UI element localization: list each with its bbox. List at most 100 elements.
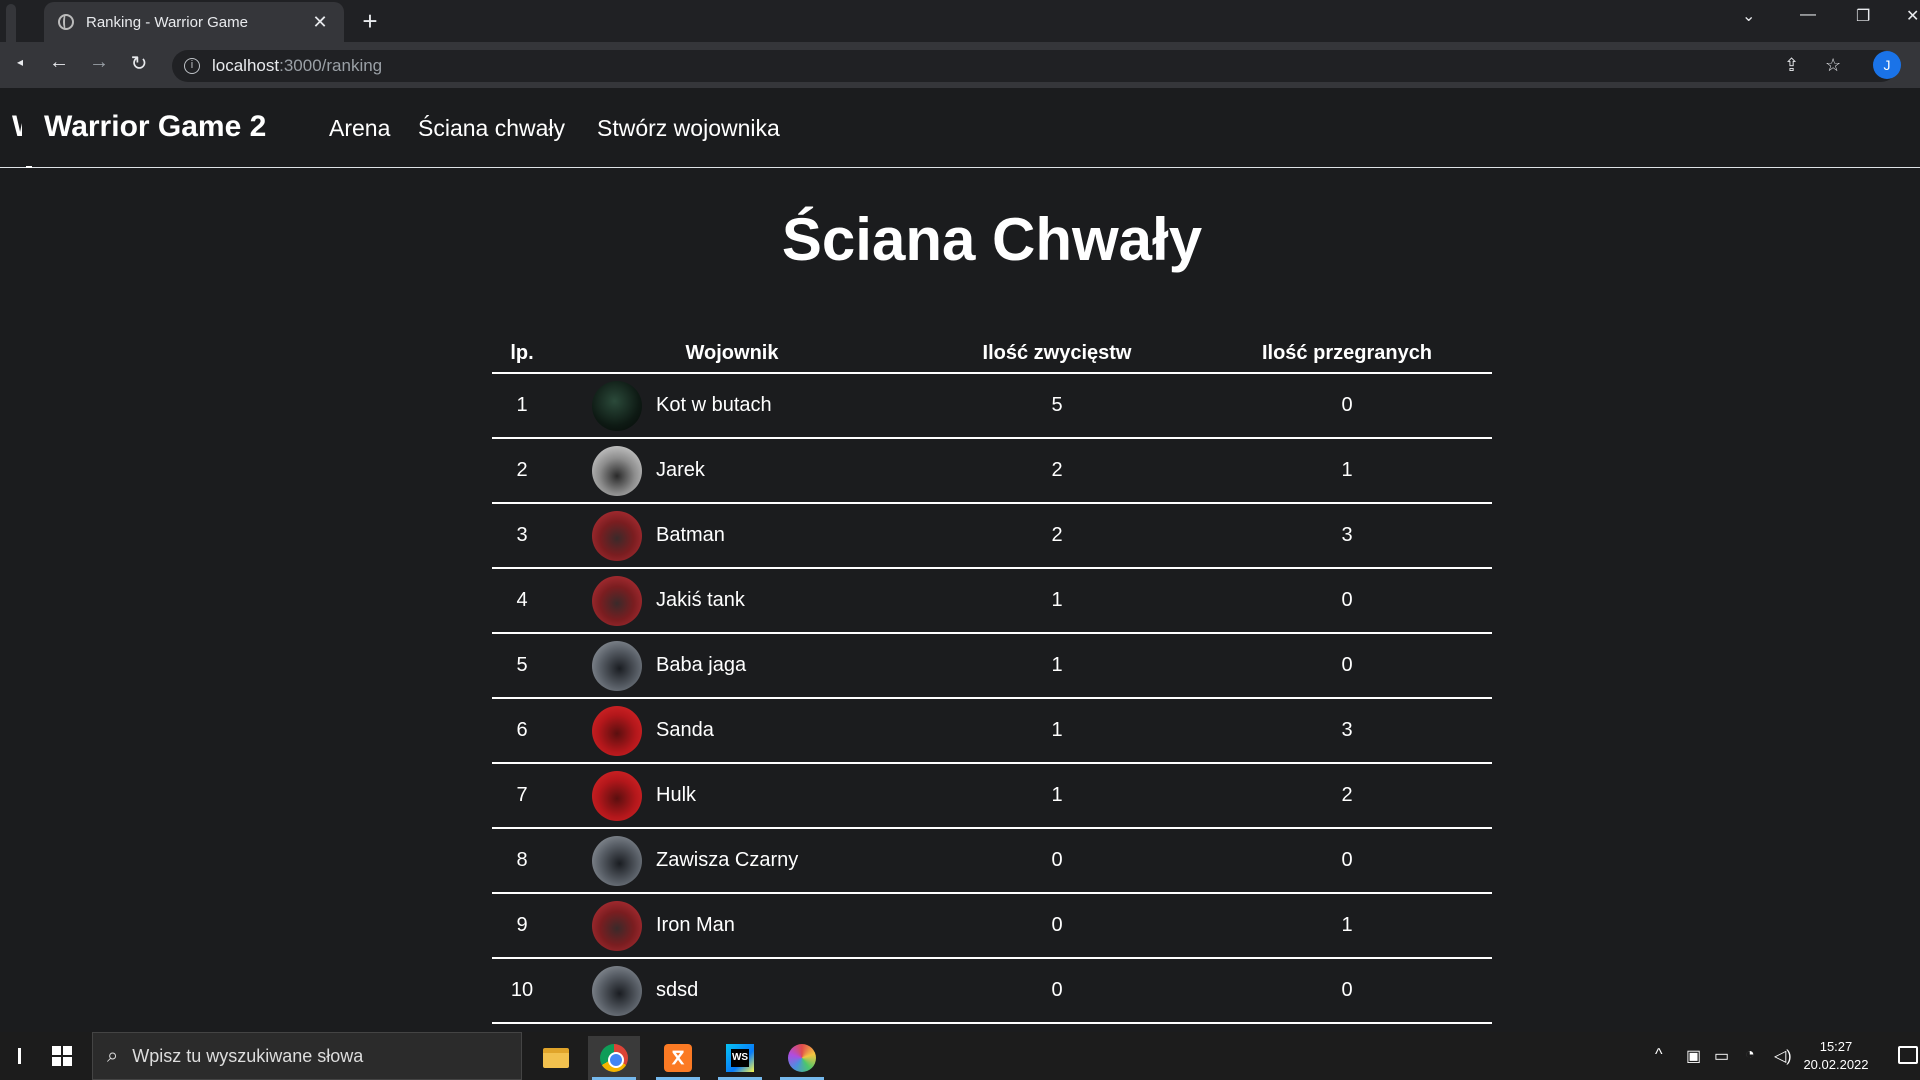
warrior-avatar xyxy=(592,445,642,496)
url-path: :3000/ranking xyxy=(279,56,383,75)
warrior-cell: sdsd xyxy=(552,965,912,1016)
ranking-table-body: 1 Kot w butach 5 0 2 Jarek 2 1 3 Batman 2 3 4 Jakiś t… xyxy=(492,373,1492,1024)
cell-lp: 10 xyxy=(492,958,552,1024)
cell-wins: 2 xyxy=(912,503,1202,569)
table-row: 6 Sanda 1 3 xyxy=(492,698,1492,764)
cell-warrior: sdsd xyxy=(552,958,912,1024)
header-lp: lp. xyxy=(492,335,552,374)
warrior-avatar xyxy=(592,640,642,691)
volume-icon[interactable]: ◁) xyxy=(1774,1046,1792,1066)
cell-lp: 5 xyxy=(492,633,552,699)
warrior-avatar xyxy=(592,510,642,561)
warrior-name: Jarek xyxy=(656,459,705,481)
warrior-avatar xyxy=(592,380,642,431)
back-icon[interactable]: ← xyxy=(45,51,73,74)
chrome-taskbar-icon[interactable] xyxy=(588,1036,640,1080)
browser-toolbar: ◂ ← → ↻ i localhost:3000/ranking ⇪ ☆ J xyxy=(0,42,1920,88)
warrior-cell: Hulk xyxy=(552,770,912,821)
table-row: 9 Iron Man 0 1 xyxy=(492,893,1492,959)
cell-losses: 0 xyxy=(1202,373,1492,439)
windows-start-icon[interactable] xyxy=(52,1046,72,1066)
warrior-cell: Jakiś tank xyxy=(552,575,912,626)
nav-link-create-warrior[interactable]: Stwórz wojownika xyxy=(597,115,780,142)
cell-warrior: Zawisza Czarny xyxy=(552,828,912,894)
warrior-name: Baba jaga xyxy=(656,654,747,676)
show-hidden-icons-chevron-icon[interactable]: ^ xyxy=(1655,1046,1663,1064)
bookmark-star-icon[interactable]: ☆ xyxy=(1825,55,1841,76)
cell-losses: 3 xyxy=(1202,503,1492,569)
paint-taskbar-icon[interactable] xyxy=(776,1036,828,1080)
cell-warrior: Kot w butach xyxy=(552,373,912,439)
minimize-icon[interactable]: — xyxy=(1800,6,1816,24)
device-icon[interactable]: ▣ xyxy=(1686,1046,1701,1066)
site-info-icon[interactable]: i xyxy=(184,58,200,74)
table-row: 5 Baba jaga 1 0 xyxy=(492,633,1492,699)
clock-date: 20.02.2022 xyxy=(1803,1057,1869,1072)
navbar-stub-line xyxy=(26,166,32,168)
header-wins: Ilość zwycięstw xyxy=(912,335,1202,374)
warrior-name: sdsd xyxy=(656,979,699,1001)
file-explorer-icon[interactable] xyxy=(530,1036,582,1080)
address-bar[interactable]: i localhost:3000/ranking ⇪ ☆ xyxy=(172,50,1897,82)
table-row: 8 Zawisza Czarny 0 0 xyxy=(492,828,1492,894)
brand-logo[interactable]: Warrior Game 2 xyxy=(44,110,266,144)
site-navbar: W Warrior Game 2 Arena Ściana chwały Stw… xyxy=(0,88,1920,168)
warrior-avatar xyxy=(592,965,642,1016)
cell-lp: 6 xyxy=(492,698,552,764)
share-icon[interactable]: ⇪ xyxy=(1784,55,1799,76)
warrior-cell: Iron Man xyxy=(552,900,912,951)
taskbar-search-input[interactable]: ⌕ Wpisz tu wyszukiwane słowa xyxy=(92,1032,522,1080)
ranking-table: lp. Wojownik Ilość zwycięstw Ilość przeg… xyxy=(492,335,1492,1024)
profile-avatar[interactable]: J xyxy=(1873,51,1901,79)
cell-wins: 0 xyxy=(912,828,1202,894)
url-host: localhost xyxy=(212,56,280,75)
new-tab-button[interactable]: + xyxy=(358,6,382,37)
tab-search-icon[interactable]: ⌄ xyxy=(1742,6,1755,26)
cell-losses: 1 xyxy=(1202,893,1492,959)
warrior-avatar xyxy=(592,705,642,756)
window-close-icon[interactable]: ✕ xyxy=(1906,6,1919,26)
tab-left-stub[interactable] xyxy=(6,4,16,42)
cell-wins: 1 xyxy=(912,763,1202,829)
cell-losses: 0 xyxy=(1202,958,1492,1024)
warrior-name: Zawisza Czarny xyxy=(656,849,799,871)
warrior-cell: Kot w butach xyxy=(552,380,912,431)
warrior-avatar xyxy=(592,835,642,886)
cell-wins: 5 xyxy=(912,373,1202,439)
navbar-toggler-stub[interactable]: W xyxy=(12,110,22,144)
table-row: 10 sdsd 0 0 xyxy=(492,958,1492,1024)
table-row: 7 Hulk 1 2 xyxy=(492,763,1492,829)
header-losses: Ilość przegranych xyxy=(1202,335,1492,374)
battery-icon[interactable]: ▭ xyxy=(1714,1046,1729,1066)
search-icon: ⌕ xyxy=(107,1044,119,1067)
nav-link-arena[interactable]: Arena xyxy=(329,115,390,142)
taskbar-clock[interactable]: 15:27 20.02.2022 xyxy=(1800,1038,1872,1074)
cell-wins: 0 xyxy=(912,893,1202,959)
cell-losses: 1 xyxy=(1202,438,1492,504)
close-tab-icon[interactable]: ✕ xyxy=(310,12,330,33)
warrior-cell: Sanda xyxy=(552,705,912,756)
cell-lp: 2 xyxy=(492,438,552,504)
warrior-name: Hulk xyxy=(656,784,697,806)
warrior-cell: Batman xyxy=(552,510,912,561)
xampp-taskbar-icon[interactable]: ⴳ xyxy=(652,1036,704,1080)
scroll-left-icon[interactable]: ◂ xyxy=(6,55,34,69)
cell-warrior: Jakiś tank xyxy=(552,568,912,634)
webstorm-taskbar-icon[interactable]: WS xyxy=(714,1036,766,1080)
globe-icon xyxy=(58,14,74,30)
restore-icon[interactable]: ❐ xyxy=(1856,6,1870,26)
tab-ranking[interactable]: Ranking - Warrior Game ✕ xyxy=(44,2,344,42)
reload-icon[interactable]: ↻ xyxy=(125,51,153,76)
warrior-name: Kot w butach xyxy=(656,394,772,416)
forward-icon[interactable]: → xyxy=(85,51,113,74)
cell-losses: 2 xyxy=(1202,763,1492,829)
nav-link-hall-of-fame[interactable]: Ściana chwały xyxy=(418,115,565,142)
browser-tabstrip: Ranking - Warrior Game ✕ + ⌄ — ❐ ✕ xyxy=(0,0,1920,42)
wifi-icon[interactable]: ◔ xyxy=(1745,1046,1755,1064)
warrior-name: Sanda xyxy=(656,719,714,741)
notifications-icon[interactable] xyxy=(1898,1046,1918,1064)
cell-warrior: Iron Man xyxy=(552,893,912,959)
warrior-name: Iron Man xyxy=(656,914,735,936)
table-row: 4 Jakiś tank 1 0 xyxy=(492,568,1492,634)
cell-warrior: Sanda xyxy=(552,698,912,764)
